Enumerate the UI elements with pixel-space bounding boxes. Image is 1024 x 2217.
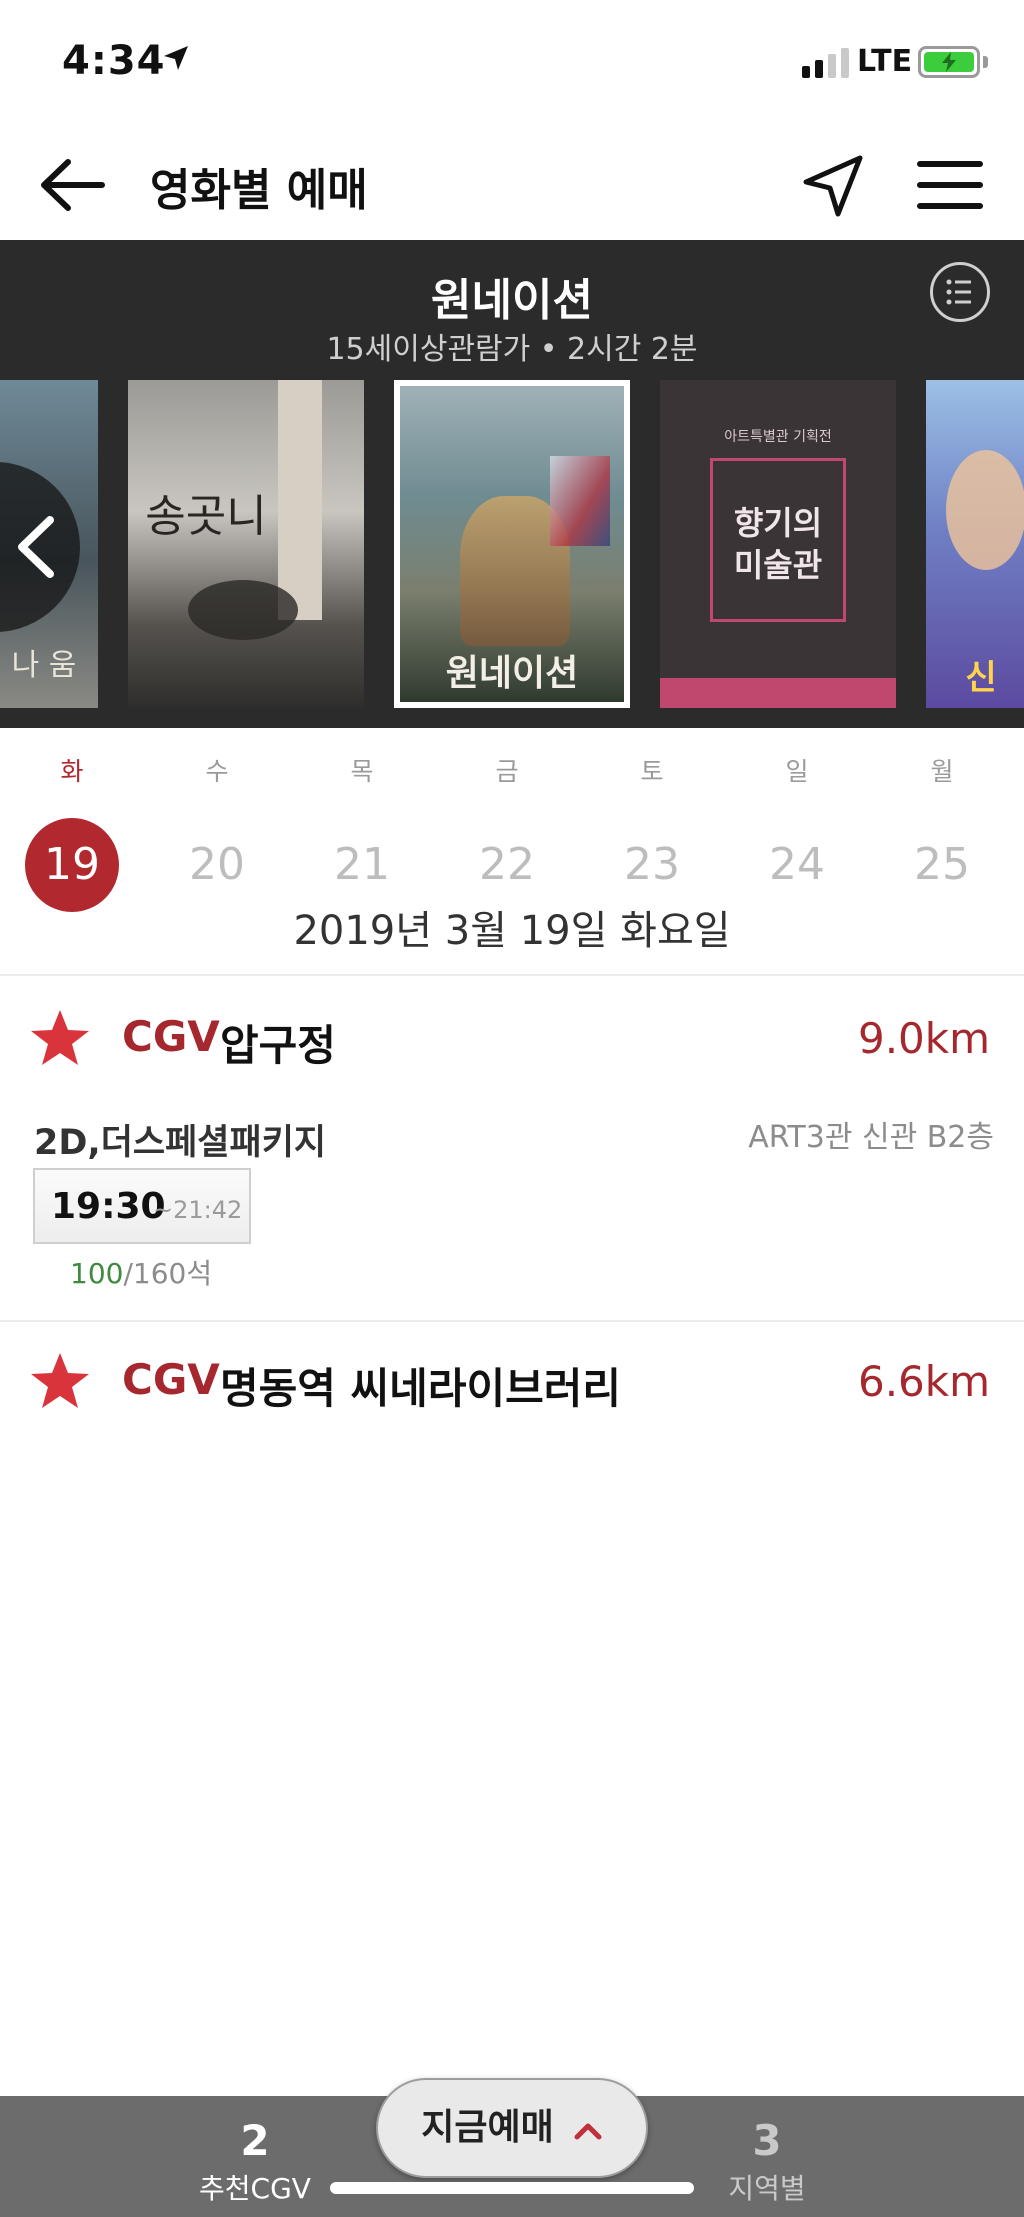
poster-subtitle: 아트특별관 기획전 [724,429,832,445]
movie-carousel-section: 원네이션 15세이상관람가 • 2시간 2분 나 움 송곳니 원네이션 아트특별… [0,240,1024,728]
book-now-label: 지금예매 [421,2107,554,2148]
tab-recommended-cgv[interactable]: 2 추천CGV [145,2116,365,2207]
movie-list-button[interactable] [930,262,990,322]
location-button[interactable] [794,148,870,224]
poster-title: 원네이션 [445,652,579,694]
showtime-button[interactable]: 19:30 ~21:42 [33,1168,251,1244]
back-button[interactable] [36,152,112,218]
list-icon [946,279,971,305]
hamburger-menu-icon [917,161,983,209]
movie-poster[interactable]: 신 [926,380,1024,708]
star-icon[interactable] [28,1350,92,1412]
poster-title: 신 [965,658,997,698]
tab-count: 2 [240,2116,270,2165]
theater-distance: 9.0km [857,1014,990,1063]
date-weekday: 일 [785,757,809,786]
poster-label-line2: 미술관 [733,546,823,584]
location-arrow-icon [803,155,863,217]
tab-count: 3 [752,2116,782,2165]
back-arrow-icon [41,159,105,211]
theater-name[interactable]: 압구정 [220,1012,336,1073]
home-indicator [330,2182,694,2194]
seat-availability: 100/160석 [70,1252,212,1292]
showtime-end: ~21:42 [153,1196,243,1224]
cellular-signal-icon [802,48,849,78]
theater-distance: 6.6km [857,1357,990,1406]
date-weekday: 수 [205,757,229,786]
seats-total: /160석 [123,1257,213,1290]
theater-name[interactable]: 명동역 씨네라이브러리 [220,1355,621,1416]
date-weekday: 목 [350,757,374,786]
date-weekday: 월 [930,757,954,786]
status-bar: 4:34 LTE [0,0,1024,130]
battery-icon [918,46,980,78]
date-weekday: 토 [640,757,664,786]
status-time: 4:34 [62,38,166,84]
chevron-up-icon [574,2123,602,2139]
carousel-prev-button[interactable] [0,462,80,632]
chevron-left-icon [18,516,54,578]
page-title: 영화별 예매 [150,165,368,216]
screening-format: 2D,더스페셜패키지 [34,1123,327,1163]
date-weekday: 화 [60,757,84,786]
poster-label-line1: 향기의 [733,504,823,542]
screen-info: ART3관 신관 B2층 [748,1120,994,1155]
date-selector: 화 19 수 20 목 21 금 22 토 23 일 24 월 25 2019년… [0,728,1024,976]
divider [0,1320,1024,1322]
theater-brand: CGV [122,1355,220,1404]
showtime-start: 19:30 [51,1186,166,1227]
location-services-icon [164,46,188,70]
movie-poster[interactable]: 아트특별관 기획전 향기의 미술관 [660,380,896,708]
movie-poster-selected[interactable]: 원네이션 [394,380,630,708]
battery-nub [983,56,988,68]
poster-title: 나 움 [11,648,77,683]
star-icon[interactable] [28,1007,92,1069]
date-weekday: 금 [495,757,519,786]
movie-poster[interactable]: 송곳니 [128,380,364,708]
movie-info: 15세이상관람가 • 2시간 2분 [326,332,698,367]
network-type: LTE [857,44,913,79]
nav-header: 영화별 예매 [0,130,1024,240]
movie-title: 원네이션 [431,275,593,326]
seats-available: 100 [70,1257,124,1290]
theater-brand: CGV [122,1012,220,1061]
menu-button[interactable] [912,150,988,220]
selected-date-label: 2019년 3월 19일 화요일 [293,908,731,954]
poster-title: 송곳니 [145,491,267,542]
book-now-button[interactable]: 지금예매 [376,2078,648,2178]
